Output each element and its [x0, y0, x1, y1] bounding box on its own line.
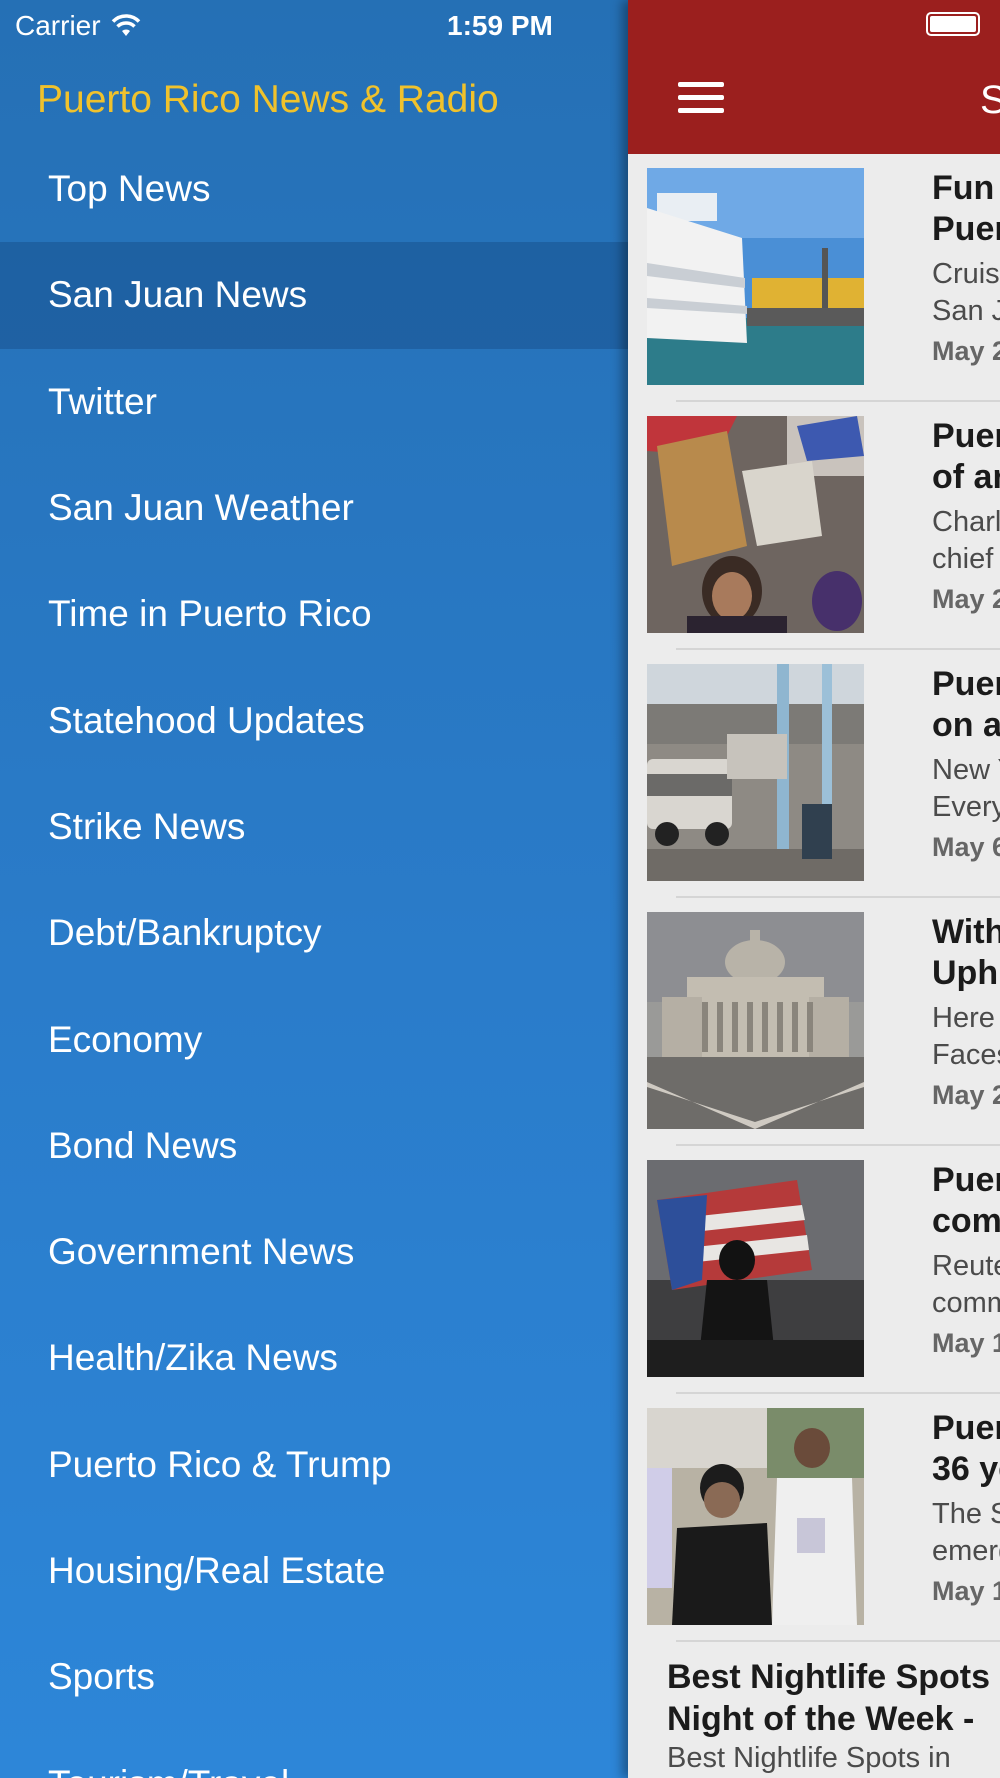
- article-text: Puerto36 yea The Seaemerges May 17, 2: [932, 1408, 1000, 1607]
- drawer-menu: Top News San Juan News Twitter San Juan …: [0, 136, 628, 1778]
- article-text: Puertoof arre Charlestchief qu May 23,: [932, 416, 1000, 615]
- status-bar-left: Carrier: [15, 8, 141, 44]
- article-description: Charlestchief qu: [932, 506, 1000, 575]
- menu-item-sports[interactable]: Sports: [0, 1624, 628, 1730]
- app-title: Puerto Rico News & Radio: [37, 78, 499, 121]
- article-date: May 19,: [932, 1328, 1000, 1358]
- menu-item-tourism-travel[interactable]: Tourism/Travel: [0, 1730, 628, 1778]
- menu-item-twitter[interactable]: Twitter: [0, 349, 628, 455]
- article-description: Here AnFaces Lo: [932, 1002, 1000, 1071]
- article-text: Puertocommi Reuterscommitt May 19,: [932, 1160, 1000, 1359]
- featured-article-title: Best Nightlife Spots Night of the Week -: [667, 1658, 991, 1738]
- flag-silhouette-thumbnail: [647, 1160, 864, 1377]
- menu-item-bond-news[interactable]: Bond News: [0, 1093, 628, 1199]
- main-content: S Fun CrPuerto: [628, 0, 1000, 1778]
- article-description: New YorEverywh: [932, 754, 1000, 823]
- list-item[interactable]: Puerto36 yea The Seaemerges May 17, 2: [647, 1394, 1000, 1642]
- menu-item-strike-news[interactable]: Strike News: [0, 774, 628, 880]
- hamburger-icon[interactable]: [678, 82, 724, 120]
- article-list: Fun CrPuerto Cruise FSan Jua May 22,: [628, 154, 1000, 1775]
- article-description: Cruise FSan Jua: [932, 258, 1000, 327]
- article-title: Puertoof arre: [932, 417, 1000, 496]
- article-date: May 6, 2: [932, 832, 1000, 862]
- protest-thumbnail: [647, 416, 864, 633]
- battery-icon: [926, 12, 980, 36]
- list-item[interactable]: Puertoof arre Charlestchief qu May 23,: [647, 402, 1000, 650]
- menu-item-statehood-updates[interactable]: Statehood Updates: [0, 667, 628, 773]
- article-description: Reuterscommitt: [932, 1250, 1000, 1319]
- menu-item-time-in-puerto-rico[interactable]: Time in Puerto Rico: [0, 561, 628, 667]
- featured-article[interactable]: Best Nightlife Spots Night of the Week - …: [628, 1642, 1000, 1775]
- wifi-icon: [111, 14, 140, 36]
- status-time: 1:59 PM: [447, 10, 553, 41]
- article-date: May 23,: [932, 584, 1000, 614]
- carrier-label: Carrier: [15, 10, 101, 41]
- crowd-thumbnail: [647, 1408, 864, 1625]
- list-item[interactable]: With BaUphill E Here AnFaces Lo May 22,: [647, 898, 1000, 1146]
- featured-article-description: Best Nightlife Spots in: [667, 1742, 951, 1774]
- article-title: Puertoon an I: [932, 665, 1000, 744]
- navbar-title: S: [980, 78, 1000, 122]
- list-item[interactable]: Fun CrPuerto Cruise FSan Jua May 22,: [647, 154, 1000, 402]
- article-text: With BaUphill E Here AnFaces Lo May 22,: [932, 912, 1000, 1111]
- article-description: The Seaemerges: [932, 1498, 1000, 1567]
- article-date: May 22,: [932, 336, 1000, 366]
- article-title: Fun CrPuerto: [932, 169, 1000, 248]
- top-navbar: S: [628, 0, 1000, 154]
- cruise-ship-thumbnail: [647, 168, 864, 385]
- menu-item-san-juan-news[interactable]: San Juan News: [0, 242, 628, 349]
- menu-item-top-news[interactable]: Top News: [0, 136, 628, 242]
- navigation-drawer: Carrier 1:59 PM Puerto Rico News & Radio…: [0, 0, 628, 1778]
- article-title: With BaUphill E: [932, 913, 1000, 992]
- article-date: May 17, 2: [932, 1576, 1000, 1606]
- menu-item-debt-bankruptcy[interactable]: Debt/Bankruptcy: [0, 880, 628, 986]
- menu-item-government-news[interactable]: Government News: [0, 1199, 628, 1305]
- article-text: Puertoon an I New YorEverywh May 6, 2: [932, 664, 1000, 863]
- menu-item-housing-real-estate[interactable]: Housing/Real Estate: [0, 1518, 628, 1624]
- menu-item-san-juan-weather[interactable]: San Juan Weather: [0, 455, 628, 561]
- menu-item-health-zika-news[interactable]: Health/Zika News: [0, 1305, 628, 1411]
- article-date: May 22,: [932, 1080, 1000, 1110]
- list-item[interactable]: Puertocommi Reuterscommitt May 19,: [647, 1146, 1000, 1394]
- capitol-building-thumbnail: [647, 912, 864, 1129]
- article-title: Puertocommi: [932, 1161, 1000, 1240]
- article-text: Fun CrPuerto Cruise FSan Jua May 22,: [932, 168, 1000, 367]
- list-item[interactable]: Puertoon an I New YorEverywh May 6, 2: [647, 650, 1000, 898]
- article-title: Puerto36 yea: [932, 1409, 1000, 1488]
- parking-lot-thumbnail: [647, 664, 864, 881]
- menu-item-economy[interactable]: Economy: [0, 986, 628, 1092]
- menu-item-puerto-rico-trump[interactable]: Puerto Rico & Trump: [0, 1412, 628, 1518]
